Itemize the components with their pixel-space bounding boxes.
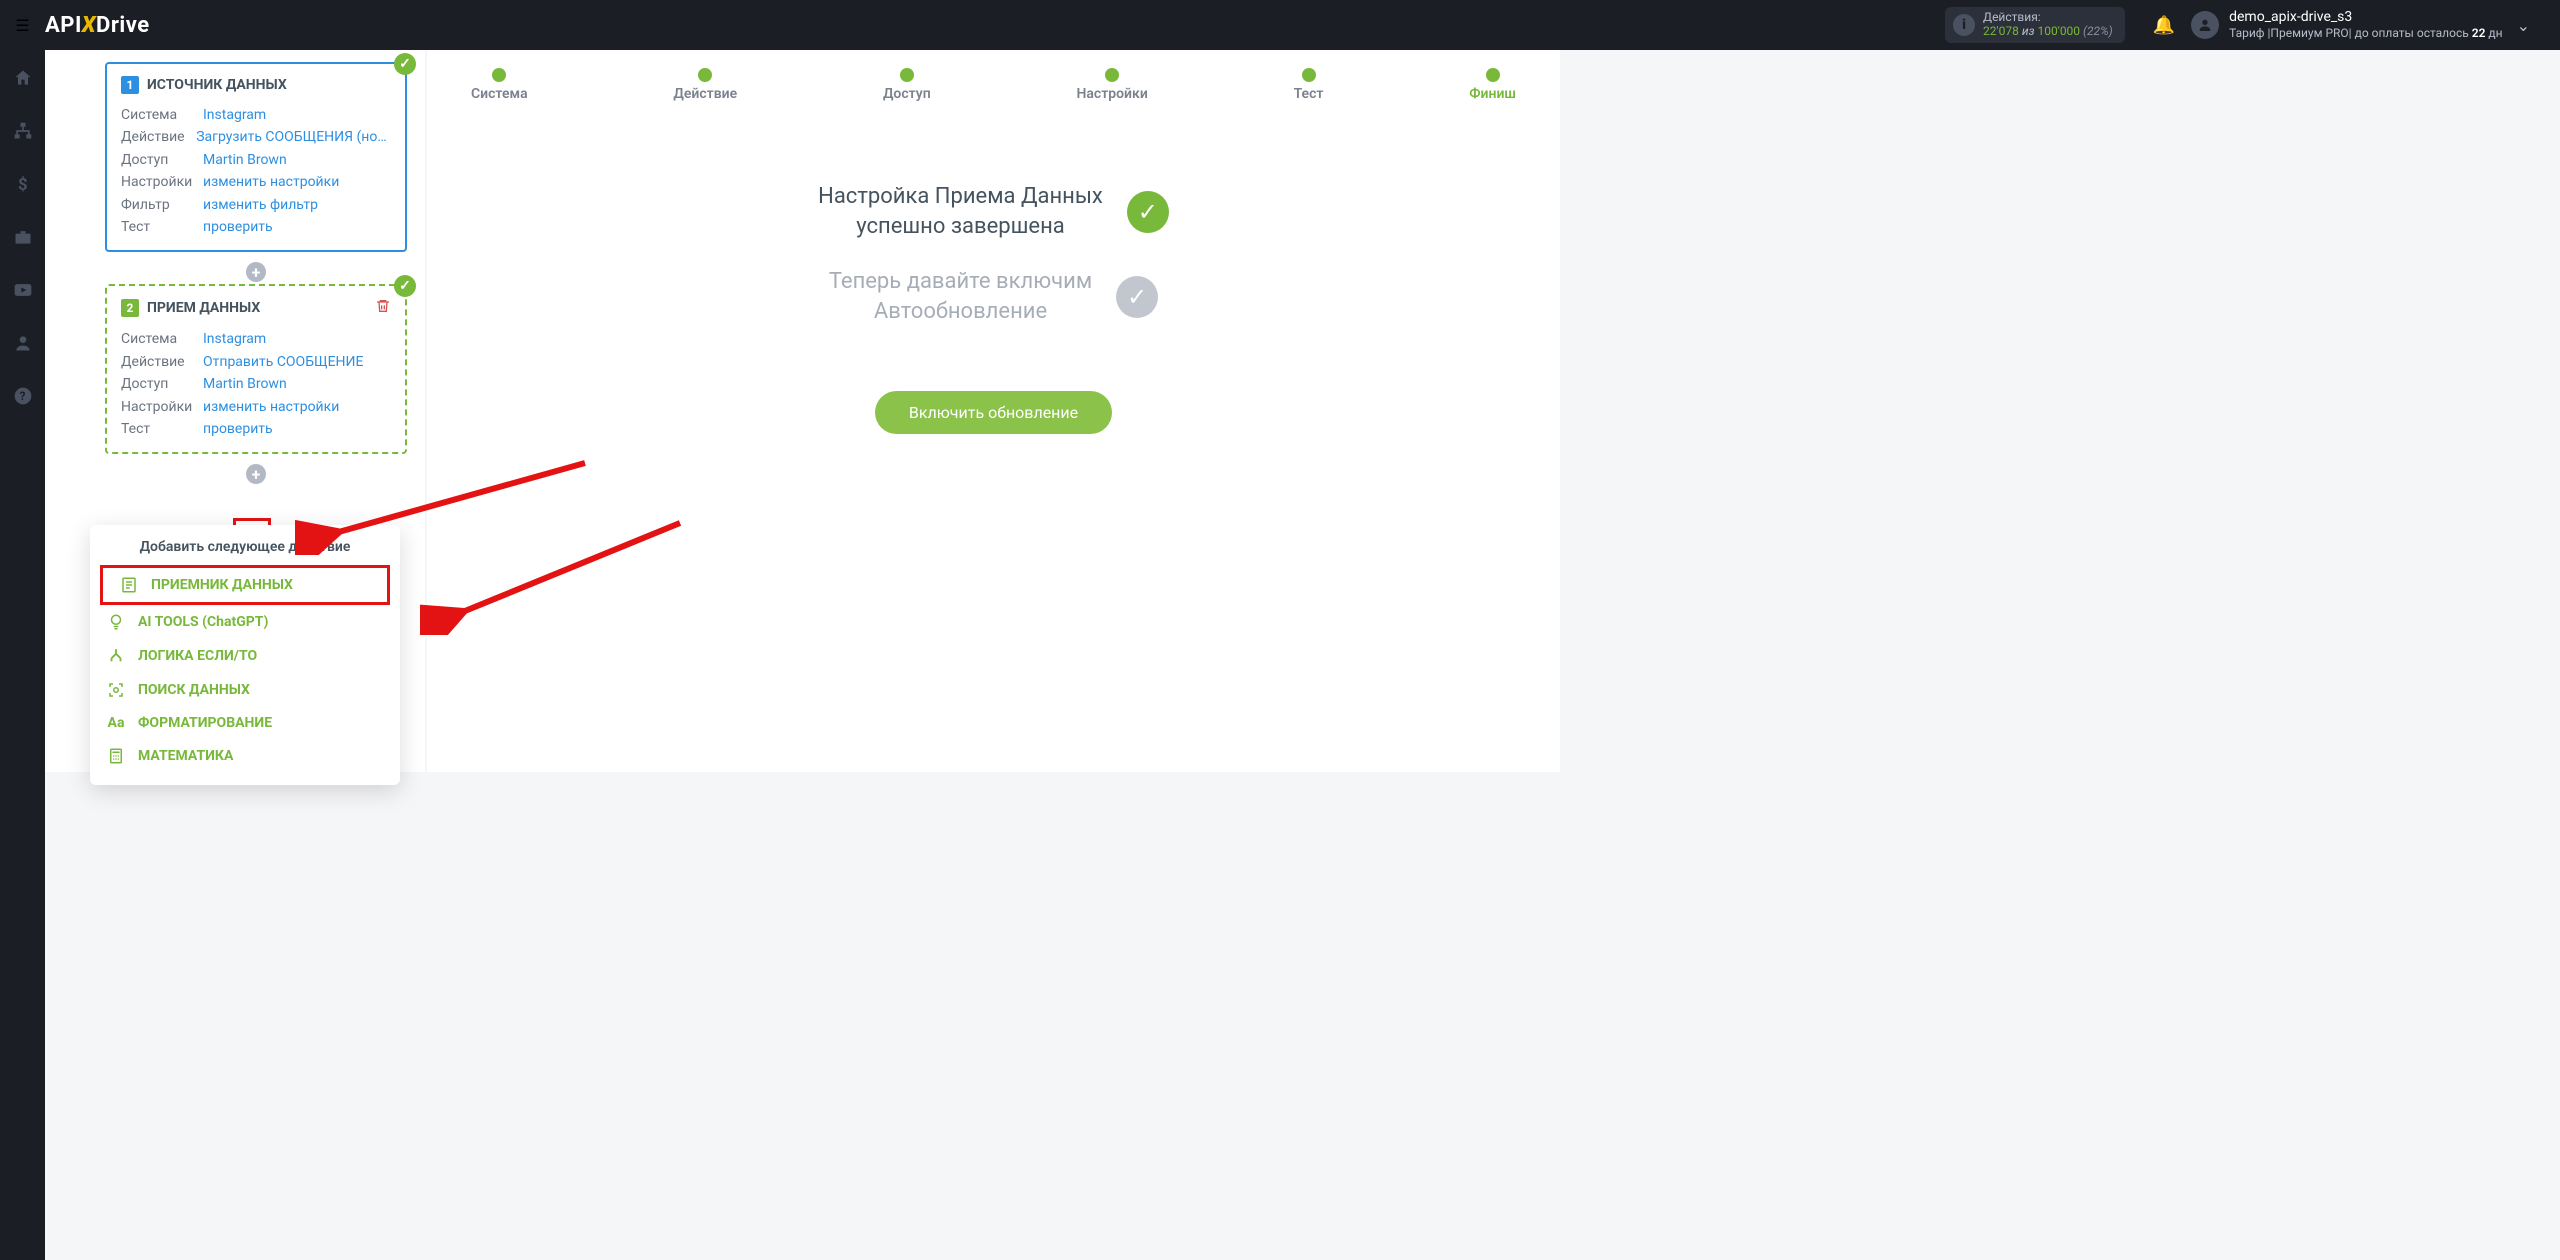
check-icon: ✓ [394,275,416,297]
topbar: ☰ APIXDrive i Действия: 22'078 из 100'00… [0,0,2560,50]
dest-test-link[interactable]: проверить [203,418,273,440]
add-step-button-2[interactable]: + [246,464,266,484]
sidebar: $ ? [0,50,45,1260]
dest-title: ПРИЕМ ДАННЫХ [147,300,260,316]
popup-item-math[interactable]: МАТЕМАТИКА [90,739,400,773]
dest-action-link[interactable]: Отправить СООБЩЕНИЕ [203,351,363,373]
popup-item-receiver[interactable]: ПРИЕМНИК ДАННЫХ [100,565,390,605]
step-number: 2 [121,299,139,317]
user-menu[interactable]: demo_apix-drive_s3 Тариф |Премиум PRO| д… [2191,9,2560,40]
status-pending: Теперь давайте включим Автообновление ✓ [829,267,1158,326]
source-card: ✓ 1 ИСТОЧНИК ДАННЫХ СистемаInstagram Дей… [105,62,407,252]
dollar-icon[interactable]: $ [13,174,33,199]
popup-item-logic[interactable]: ЛОГИКА ЕСЛИ/ТО [90,639,400,673]
scan-icon [106,681,126,699]
help-icon[interactable]: ? [13,386,33,411]
branch-icon [106,647,126,665]
avatar-icon [2191,11,2219,39]
svg-text:$: $ [18,176,28,194]
actions-label: Действия: [1983,11,2113,25]
info-icon: i [1953,14,1975,36]
sitemap-icon[interactable] [13,121,33,146]
add-step-button-1[interactable]: + [246,262,266,282]
enable-update-button[interactable]: Включить обновление [875,391,1112,434]
source-settings-link[interactable]: изменить настройки [203,171,339,193]
dest-system-link[interactable]: Instagram [203,328,266,350]
step-test[interactable]: Тест [1294,68,1324,102]
bell-icon[interactable]: 🔔 [2153,15,2175,36]
youtube-icon[interactable] [13,280,33,305]
step-finish[interactable]: Финиш [1469,68,1516,102]
popup-item-format[interactable]: Aa ФОРМАТИРОВАНИЕ [90,707,400,739]
step-system[interactable]: Система [471,68,528,102]
user-icon[interactable] [13,333,33,358]
step-number: 1 [121,76,139,94]
source-title: ИСТОЧНИК ДАННЫХ [147,77,287,93]
source-access-link[interactable]: Martin Brown [203,149,287,171]
trash-icon[interactable] [375,298,391,318]
home-icon[interactable] [13,68,33,93]
calculator-icon [106,747,126,765]
list-icon [119,576,139,594]
popup-item-ai[interactable]: AI TOOLS (ChatGPT) [90,605,400,639]
step-settings[interactable]: Настройки [1076,68,1147,102]
step-action[interactable]: Действие [673,68,737,102]
username: demo_apix-drive_s3 [2229,9,2502,26]
check-icon: ✓ [1116,276,1158,318]
source-test-link[interactable]: проверить [203,216,273,238]
logo[interactable]: APIXDrive [45,13,150,38]
tariff-line: Тариф |Премиум PRO| до оплаты осталось 2… [2229,26,2502,40]
destination-card: ✓ 2 ПРИЕМ ДАННЫХ СистемаInstagram Действ… [105,284,407,454]
popup-item-search[interactable]: ПОИСК ДАННЫХ [90,673,400,707]
chevron-down-icon: ⌄ [2517,16,2530,35]
dest-access-link[interactable]: Martin Brown [203,373,287,395]
check-icon: ✓ [1127,191,1169,233]
dest-settings-link[interactable]: изменить настройки [203,396,339,418]
source-filter-link[interactable]: изменить фильтр [203,194,318,216]
popup-title: Добавить следующее действие [90,539,400,555]
hamburger-icon[interactable]: ☰ [15,16,29,35]
source-action-link[interactable]: Загрузить СООБЩЕНИЯ (новые) [196,126,391,148]
right-panel: Система Действие Доступ Настройки Тест Ф… [427,50,1560,772]
add-action-popup: Добавить следующее действие ПРИЕМНИК ДАН… [90,525,400,785]
actions-counter[interactable]: i Действия: 22'078 из 100'000 (22%) [1945,7,2125,43]
wizard-steps: Система Действие Доступ Настройки Тест Ф… [427,50,1560,102]
briefcase-icon[interactable] [13,227,33,252]
lightbulb-icon [106,613,126,631]
svg-text:?: ? [19,389,25,403]
source-system-link[interactable]: Instagram [203,104,266,126]
check-icon: ✓ [394,53,416,75]
step-access[interactable]: Доступ [883,68,931,102]
status-complete: Настройка Приема Данных успешно завершен… [818,182,1169,241]
font-icon: Aa [106,715,126,731]
